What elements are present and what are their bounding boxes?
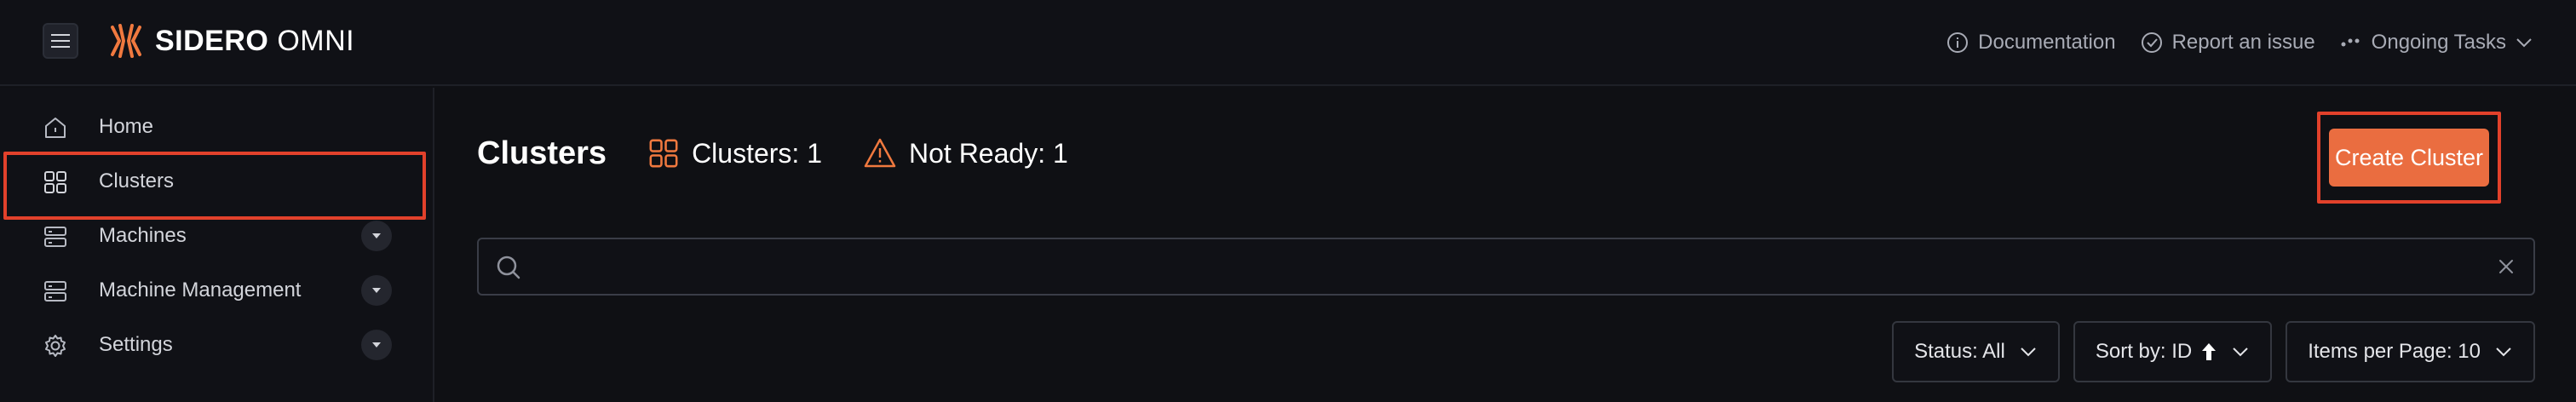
not-ready-label: Not Ready: 1 bbox=[909, 137, 1068, 169]
sidebar-item-label: Machine Management bbox=[99, 279, 302, 302]
sidebar-item-settings[interactable]: Settings bbox=[0, 319, 434, 370]
report-issue-label: Report an issue bbox=[2171, 31, 2315, 54]
caret-down-icon bbox=[372, 233, 381, 238]
sort-dropdown[interactable]: Sort by: ID bbox=[2073, 321, 2273, 382]
check-circle-icon bbox=[2141, 32, 2162, 53]
brand-product: OMNI bbox=[277, 24, 355, 57]
chevron-down-icon bbox=[2496, 347, 2511, 357]
report-issue-link[interactable]: Report an issue bbox=[2140, 31, 2315, 55]
status-filter-dropdown[interactable]: Status: All bbox=[1892, 321, 2060, 382]
page-title: Clusters bbox=[477, 135, 607, 171]
caret-down-icon bbox=[372, 288, 381, 293]
search-bar[interactable] bbox=[477, 238, 2535, 296]
main-content: Clusters Clusters: 1 Not Ready: 1 Create bbox=[436, 88, 2576, 402]
server-icon bbox=[44, 281, 66, 302]
page-header: Clusters Clusters: 1 Not Ready: 1 bbox=[477, 130, 1068, 176]
sort-label: Sort by: ID bbox=[2095, 340, 2193, 363]
expand-settings-button[interactable] bbox=[361, 330, 392, 360]
search-icon bbox=[497, 256, 520, 279]
documentation-link[interactable]: Documentation bbox=[1946, 31, 2116, 55]
filter-bar: Status: All Sort by: ID Items per Page: … bbox=[1892, 321, 2535, 382]
sidebar-item-home[interactable]: Home bbox=[0, 101, 434, 152]
clusters-count-label: Clusters: 1 bbox=[692, 137, 822, 169]
items-per-page-dropdown[interactable]: Items per Page: 10 bbox=[2286, 321, 2535, 382]
sidero-logo-icon bbox=[111, 24, 141, 58]
status-filter-label: Status: All bbox=[1914, 340, 2005, 363]
sidebar: Home Clusters Machines Machine Managemen… bbox=[0, 88, 434, 402]
chevron-down-icon bbox=[2516, 38, 2532, 48]
arrow-up-icon bbox=[2202, 343, 2217, 360]
expand-machine-management-button[interactable] bbox=[361, 275, 392, 306]
hamburger-icon bbox=[51, 34, 70, 48]
header-links: Documentation Report an issue Ongoing Ta… bbox=[1946, 26, 2533, 60]
gear-icon bbox=[45, 335, 66, 357]
sidebar-item-label: Machines bbox=[99, 224, 187, 247]
sidebar-item-machine-management[interactable]: Machine Management bbox=[0, 265, 434, 316]
warning-icon bbox=[864, 138, 896, 168]
ongoing-tasks-label: Ongoing Tasks bbox=[2371, 31, 2506, 54]
top-header: SIDERO OMNI Documentation Report an issue bbox=[0, 0, 2576, 86]
caret-down-icon bbox=[372, 342, 381, 347]
not-ready-stat: Not Ready: 1 bbox=[863, 137, 1068, 169]
home-icon bbox=[45, 118, 66, 138]
sidero-omni-logo[interactable]: SIDERO OMNI bbox=[107, 20, 354, 61]
sidebar-item-label: Settings bbox=[99, 333, 173, 356]
documentation-label: Documentation bbox=[1978, 31, 2116, 54]
sidebar-item-label: Clusters bbox=[99, 169, 175, 192]
info-icon bbox=[1947, 32, 1969, 53]
clear-search-icon[interactable] bbox=[2496, 256, 2516, 277]
menu-toggle-button[interactable] bbox=[43, 23, 78, 59]
grid-icon bbox=[44, 171, 66, 193]
grid-icon bbox=[649, 139, 678, 168]
chevron-down-icon bbox=[2233, 347, 2248, 357]
server-icon bbox=[44, 227, 66, 247]
sidebar-item-machines[interactable]: Machines bbox=[0, 210, 434, 261]
sidebar-item-clusters[interactable]: Clusters bbox=[0, 156, 434, 207]
clusters-count-stat: Clusters: 1 bbox=[647, 137, 822, 169]
ongoing-tasks-menu[interactable]: Ongoing Tasks bbox=[2339, 31, 2533, 55]
chevron-down-icon bbox=[2021, 347, 2036, 357]
items-per-page-label: Items per Page: 10 bbox=[2308, 340, 2481, 363]
expand-machines-button[interactable] bbox=[361, 221, 392, 251]
create-cluster-highlight-box: Create Cluster bbox=[2317, 112, 2501, 204]
create-cluster-button[interactable]: Create Cluster bbox=[2329, 129, 2489, 187]
sidebar-item-label: Home bbox=[99, 115, 154, 138]
tasks-dots-icon bbox=[2341, 38, 2360, 47]
brand-name: SIDERO bbox=[155, 24, 269, 57]
search-input[interactable] bbox=[540, 248, 2465, 285]
